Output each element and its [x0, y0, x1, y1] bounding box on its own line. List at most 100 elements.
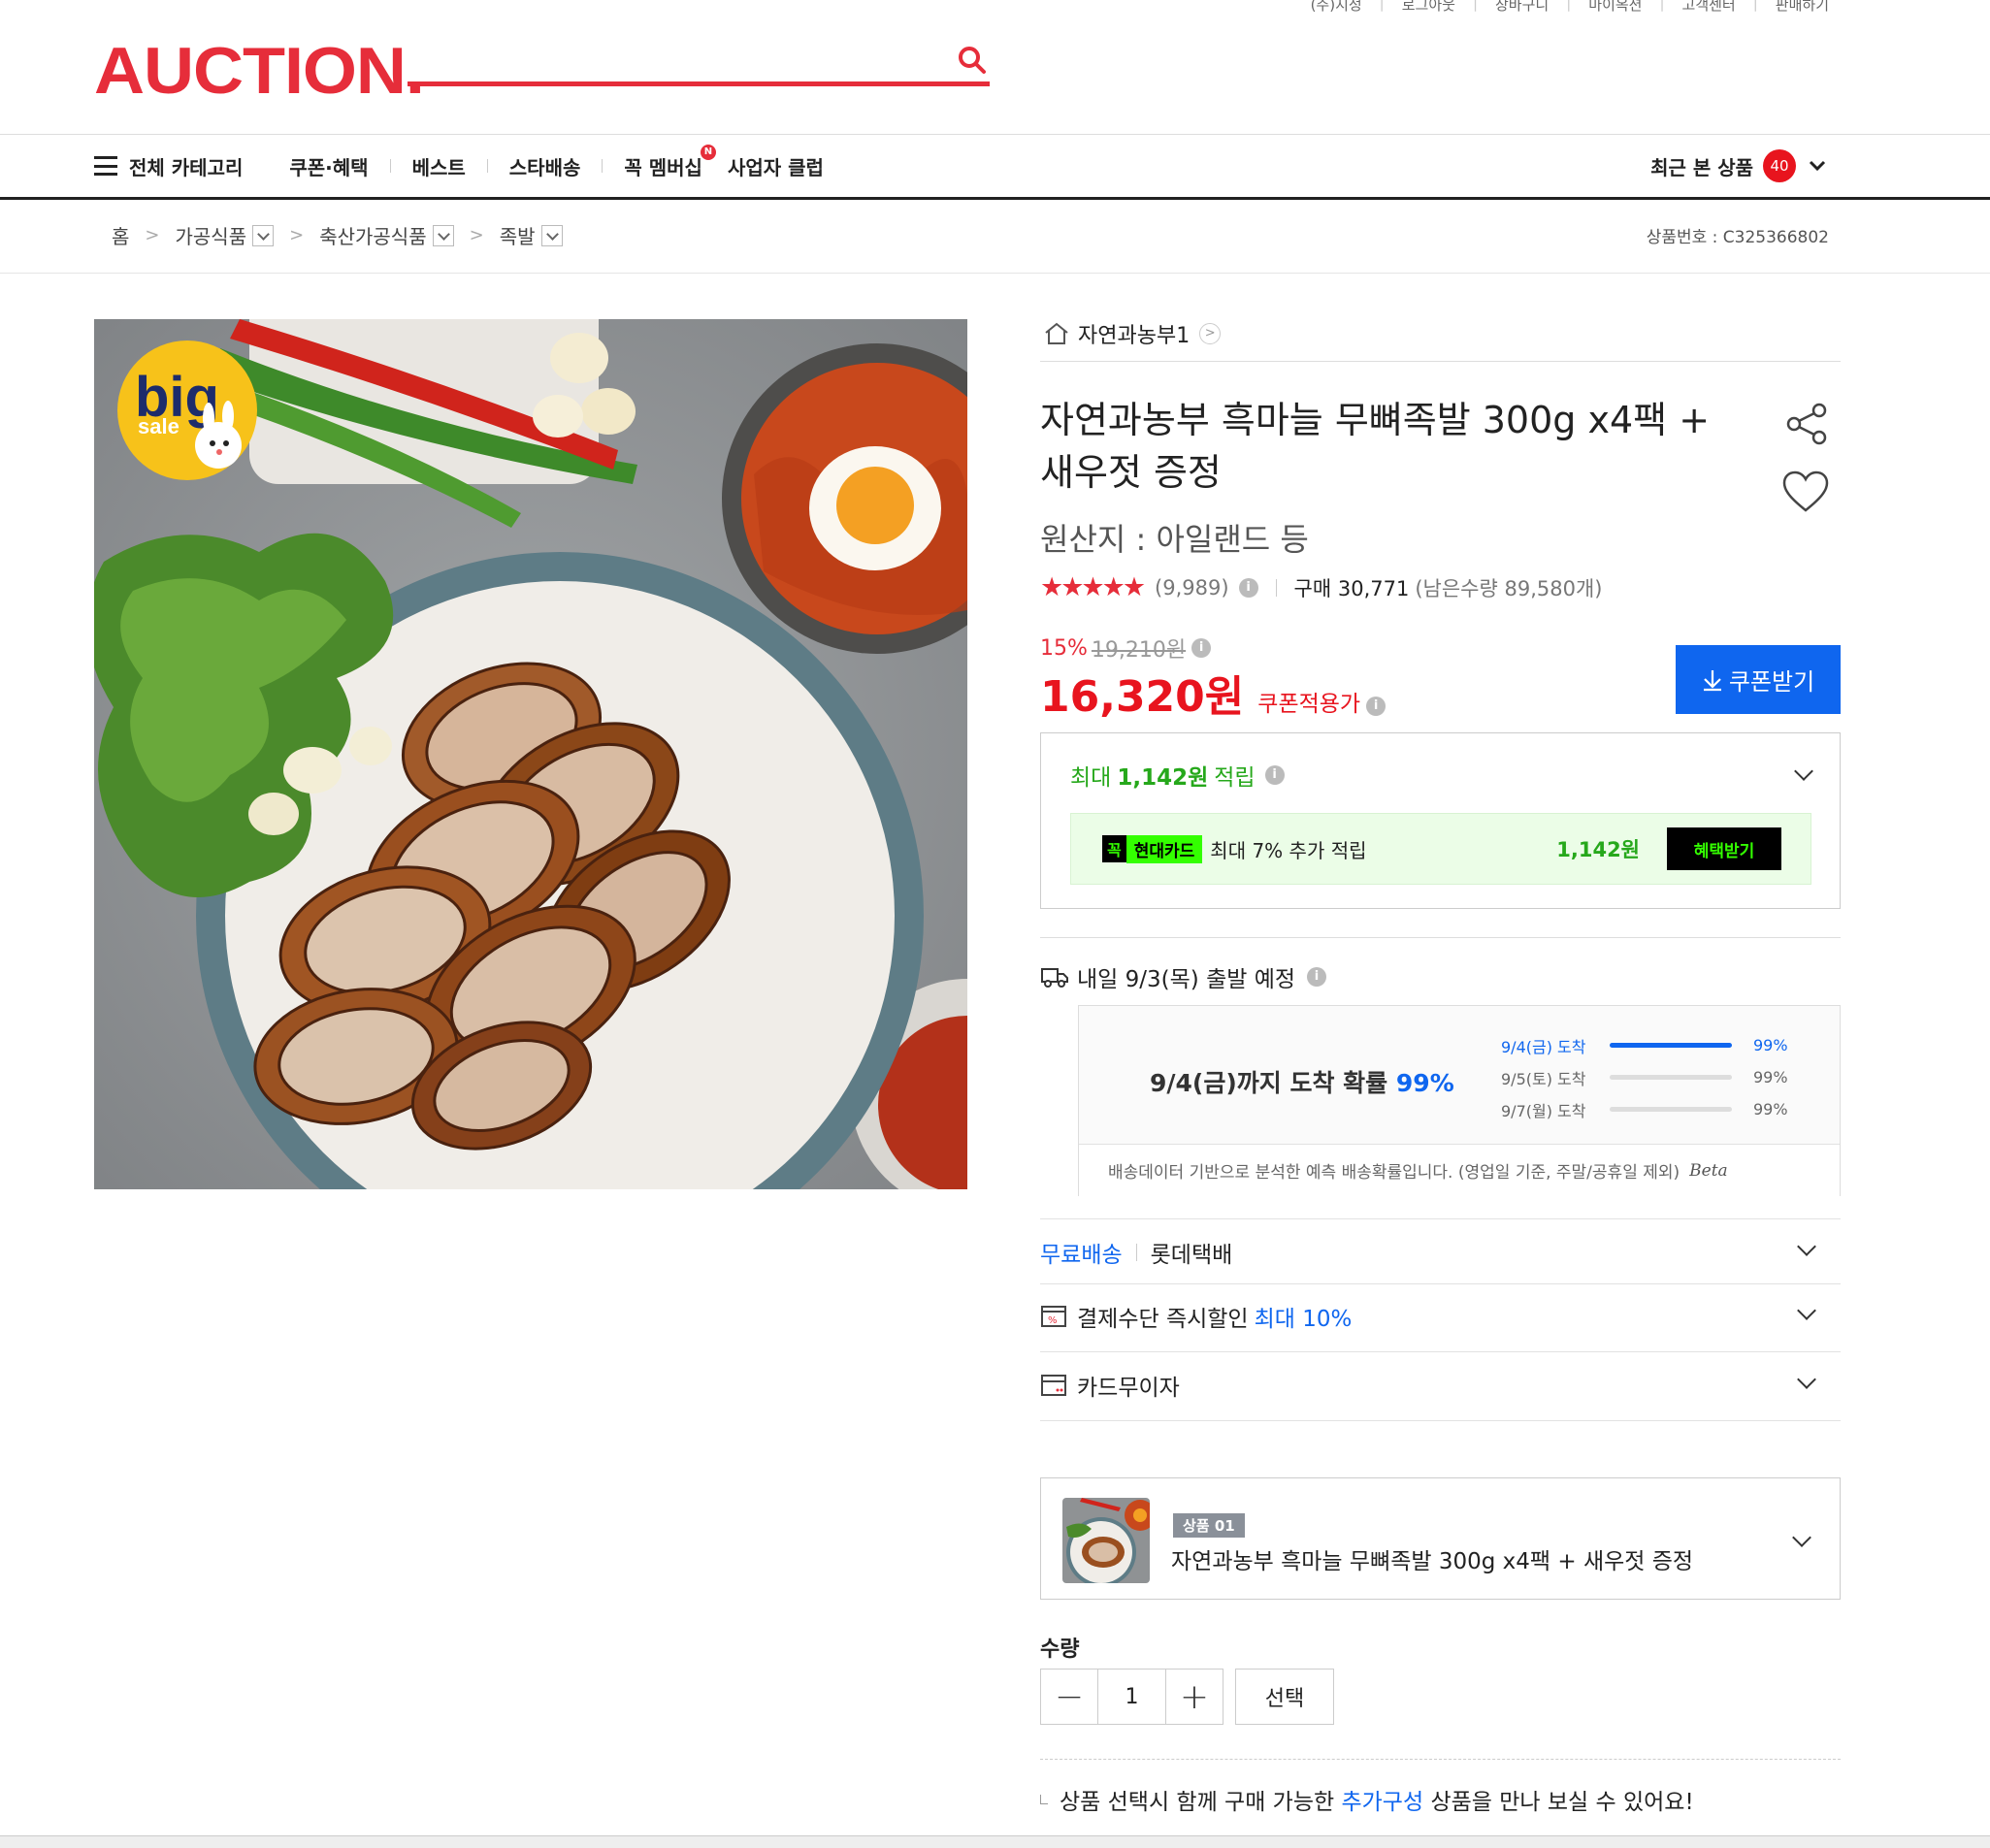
- arrival-row: 9/7(월) 도착 99%: [1501, 1100, 1788, 1120]
- chevron-down-icon[interactable]: [1797, 1237, 1816, 1256]
- search-input[interactable]: [408, 81, 990, 86]
- download-icon: [1703, 669, 1721, 691]
- horizontal-scrollbar[interactable]: [0, 1835, 1990, 1848]
- heart-icon[interactable]: [1781, 470, 1830, 514]
- addon-notice: 상품 선택시 함께 구매 가능한 추가구성 상품을 만나 보실 수 있어요!: [1040, 1783, 1694, 1816]
- option-select-box[interactable]: 상품 01 자연과농부 흑마늘 무뼈족발 300g x4팩 + 새우젓 증정: [1040, 1477, 1841, 1600]
- coupon-price: 16,320원: [1040, 672, 1245, 722]
- nav-best[interactable]: 베스트: [412, 152, 466, 180]
- option-name: 자연과농부 흑마늘 무뼈족발 300g x4팩 + 새우젓 증정: [1171, 1549, 1694, 1574]
- courier-name: 롯데택배: [1150, 1243, 1233, 1268]
- option-tag: 상품 01: [1173, 1513, 1245, 1538]
- util-link-logout[interactable]: 로그아웃: [1402, 0, 1455, 15]
- share-icon[interactable]: [1785, 402, 1830, 446]
- coupon-download-button[interactable]: 쿠폰받기: [1676, 645, 1841, 714]
- util-link-sell[interactable]: 판매하기: [1776, 0, 1829, 15]
- nav-coupon[interactable]: 쿠폰·혜택: [289, 152, 368, 180]
- card-benefit-text: 최대 7% 추가 적립: [1210, 838, 1367, 862]
- info-icon[interactable]: i: [1366, 697, 1386, 716]
- departure-info: 내일 9/3(목) 출발 예정 i: [1040, 960, 1327, 993]
- quantity-stepper: − 1 +: [1040, 1669, 1223, 1725]
- product-image[interactable]: big sale: [94, 319, 967, 1189]
- big-sale-badge-line2: sale: [138, 414, 179, 438]
- chevron-right-icon: >: [1199, 323, 1222, 344]
- dropdown-icon[interactable]: [432, 224, 454, 246]
- quantity-input[interactable]: 1: [1097, 1670, 1166, 1724]
- dropdown-icon[interactable]: [252, 224, 275, 246]
- nav-business-club[interactable]: 사업자 클럽: [728, 152, 824, 180]
- arrival-rows: 9/4(금) 도착 99% 9/5(토) 도착 99% 9/7(월) 도착 99%: [1501, 1029, 1788, 1125]
- quantity-label: 수량: [1040, 1637, 1080, 1662]
- arrival-probability-panel: 9/4(금)까지 도착 확률 99% 9/4(금) 도착 99% 9/5(토) 도…: [1078, 1005, 1841, 1196]
- reward-summary[interactable]: 최대 1,142원 적립 i: [1070, 759, 1285, 792]
- info-icon[interactable]: i: [1264, 765, 1285, 785]
- util-link-cs[interactable]: 고객센터: [1682, 0, 1736, 15]
- nav-all-categories[interactable]: 전체 카테고리: [129, 152, 243, 180]
- beta-label: Beta: [1689, 1160, 1728, 1181]
- info-icon[interactable]: i: [1238, 577, 1258, 598]
- original-price: 19,210원: [1091, 638, 1187, 663]
- info-icon[interactable]: i: [1307, 967, 1327, 987]
- discount-row: 15% 19,210원 i: [1040, 632, 1212, 664]
- installment-label: 카드무이자: [1077, 1376, 1180, 1401]
- select-button[interactable]: 선택: [1235, 1669, 1334, 1725]
- option-thumbnail: [1062, 1498, 1150, 1583]
- nav-star-delivery[interactable]: 스타배송: [509, 152, 581, 180]
- truck-icon: [1041, 968, 1068, 988]
- auction-logo[interactable]: AUCTION.: [94, 33, 425, 109]
- seller-name: 자연과농부1: [1078, 324, 1191, 348]
- breadcrumb-home[interactable]: 홈: [112, 221, 129, 249]
- origin-info: 원산지 : 아일랜드 등: [1040, 521, 1309, 558]
- discount-percent: 15%: [1040, 635, 1088, 661]
- recent-count-badge: 40: [1763, 149, 1796, 182]
- installment-row[interactable]: 카드무이자: [1040, 1370, 1841, 1401]
- kkok-badge: 꼭: [1102, 835, 1126, 862]
- product-code: 상품번호 : C325366802: [1646, 228, 1829, 247]
- purchase-count: 구매 30,771: [1293, 576, 1410, 600]
- chevron-down-icon[interactable]: [1797, 1370, 1816, 1389]
- addon-link[interactable]: 추가구성: [1341, 1783, 1423, 1816]
- remaining-stock: (남은수량 89,580개): [1415, 576, 1603, 600]
- new-badge: N: [700, 144, 716, 160]
- util-link-1[interactable]: (주)지정: [1311, 0, 1362, 15]
- hyundai-card-badge: 현대카드: [1125, 834, 1203, 863]
- star-rating: ★★★★★: [1040, 572, 1146, 602]
- dropdown-icon[interactable]: [540, 224, 563, 246]
- reward-panel: 최대 1,142원 적립 i 꼭 현대카드 최대 7% 추가 적립 1,142원 혜…: [1040, 732, 1841, 909]
- util-link-cart[interactable]: 장바구니: [1495, 0, 1549, 15]
- chevron-down-icon: [1809, 160, 1826, 172]
- breadcrumb-cat3[interactable]: 족발: [500, 221, 536, 249]
- nav-membership[interactable]: 꼭 멤버십 N: [624, 144, 716, 180]
- main-nav: 전체 카테고리 쿠폰·혜택 베스트 스타배송 꼭 멤버십 N 사업자 클럽: [94, 144, 845, 184]
- free-shipping-row[interactable]: 무료배송 롯데택배: [1040, 1237, 1841, 1268]
- payment-discount-max: 최대 10%: [1254, 1307, 1353, 1332]
- seller-link[interactable]: 자연과농부1 >: [1043, 318, 1222, 349]
- card-icon: [1041, 1375, 1066, 1396]
- chevron-down-icon[interactable]: [1794, 762, 1813, 781]
- chevron-down-icon[interactable]: [1797, 1301, 1816, 1320]
- review-count[interactable]: (9,989): [1155, 576, 1229, 600]
- arrival-row: 9/4(금) 도착 99%: [1501, 1036, 1788, 1056]
- get-benefit-button[interactable]: 혜택받기: [1667, 827, 1781, 870]
- quantity-minus-button[interactable]: −: [1041, 1670, 1097, 1724]
- arrival-row: 9/5(토) 도착 99%: [1501, 1068, 1788, 1088]
- chevron-down-icon[interactable]: [1792, 1528, 1811, 1547]
- arrival-note: 배송데이터 기반으로 분석한 예측 배송확률입니다. (영업일 기준, 주말/공…: [1079, 1144, 1840, 1196]
- price-row: 16,320원 쿠폰적용가 i: [1040, 662, 1386, 724]
- search-icon[interactable]: [957, 45, 988, 76]
- payment-discount-row[interactable]: % 결제수단 즉시할인 최대 10%: [1040, 1301, 1841, 1332]
- info-icon[interactable]: i: [1191, 638, 1212, 658]
- coupon-price-label: 쿠폰적용가: [1257, 692, 1361, 717]
- quantity-plus-button[interactable]: +: [1166, 1670, 1223, 1724]
- departure-text: 내일 9/3(목) 출발 예정: [1077, 967, 1296, 992]
- menu-icon[interactable]: [94, 156, 117, 176]
- breadcrumb-cat1[interactable]: 가공식품: [176, 221, 247, 249]
- util-link-myauction[interactable]: 마이옥션: [1588, 0, 1642, 15]
- rating-row: ★★★★★ (9,989) i 구매 30,771 (남은수량 89,580개): [1040, 572, 1602, 602]
- arrival-headline: 9/4(금)까지 도착 확률 99%: [1150, 1069, 1454, 1097]
- card-benefit-row: 꼭 현대카드 최대 7% 추가 적립 1,142원 혜택받기: [1070, 813, 1811, 885]
- breadcrumb-cat2[interactable]: 축산가공식품: [319, 221, 426, 249]
- recent-viewed[interactable]: 최근 본 상품 40: [1650, 149, 1827, 182]
- card-benefit-amount: 1,142원: [1556, 838, 1640, 861]
- breadcrumb: 홈 > 가공식품 > 축산가공식품 > 족발: [112, 221, 563, 249]
